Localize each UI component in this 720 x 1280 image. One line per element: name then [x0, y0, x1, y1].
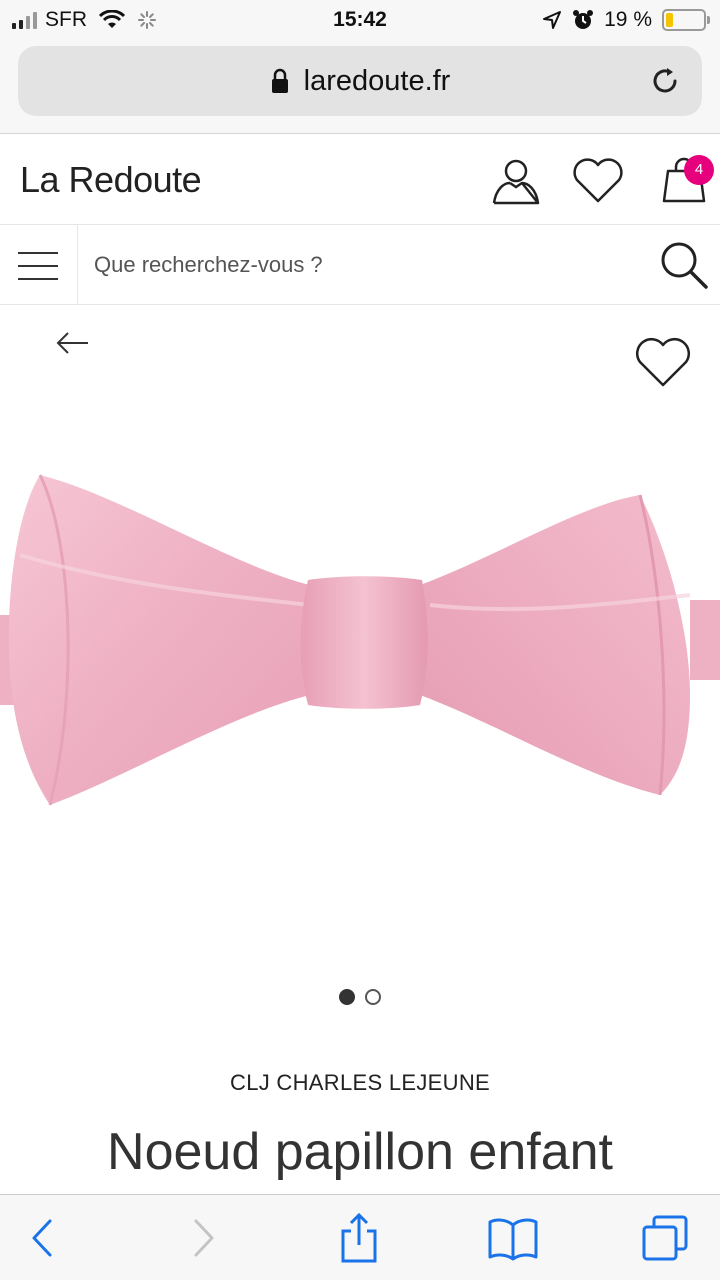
forward-icon[interactable] — [178, 1213, 228, 1263]
menu-icon-line — [18, 278, 58, 280]
share-icon[interactable] — [334, 1213, 384, 1263]
url-text[interactable]: laredoute.fr — [304, 65, 451, 98]
account-icon[interactable] — [488, 153, 544, 209]
lock-icon — [271, 68, 288, 93]
menu-button[interactable] — [0, 225, 78, 304]
wishlist-icon[interactable] — [570, 153, 626, 209]
battery-percent: 19 % — [604, 8, 652, 31]
cart-count-badge: 4 — [684, 155, 714, 185]
product-title: Noeud papillon enfant — [107, 1123, 613, 1181]
product-image-bowtie — [0, 474, 720, 806]
bookmarks-icon[interactable] — [488, 1213, 538, 1263]
carousel-dot[interactable] — [365, 989, 381, 1005]
search-input[interactable]: Que recherchez-vous ? — [94, 252, 323, 278]
tabs-icon[interactable] — [640, 1213, 690, 1263]
search-bar: Que recherchez-vous ? — [0, 225, 720, 305]
location-icon — [543, 11, 562, 29]
battery-icon — [662, 9, 710, 31]
carousel-pagination — [0, 989, 720, 1005]
status-right: 19 % — [542, 8, 710, 32]
menu-icon-line — [18, 252, 58, 254]
battery-level — [666, 13, 673, 27]
browser-address-bar: laredoute.fr — [0, 40, 720, 134]
site-logo[interactable]: La Redoute — [20, 159, 202, 201]
menu-icon-line — [18, 265, 58, 267]
product-brand[interactable]: CLJ CHARLES LEJEUNE — [0, 1070, 720, 1096]
browser-toolbar — [0, 1194, 720, 1280]
reload-icon[interactable] — [648, 64, 682, 98]
alarm-icon — [573, 10, 594, 29]
favorite-icon[interactable] — [634, 335, 692, 389]
carousel-dot[interactable] — [339, 989, 355, 1005]
back-icon[interactable] — [18, 1213, 68, 1263]
site-header: La Redoute 4 — [0, 135, 720, 225]
back-arrow-icon[interactable] — [52, 325, 92, 361]
status-bar: SFR 15:42 19 % — [0, 0, 720, 40]
product-image-carousel[interactable] — [0, 305, 720, 1025]
search-icon[interactable] — [658, 239, 710, 291]
url-field[interactable]: laredoute.fr — [18, 46, 702, 116]
